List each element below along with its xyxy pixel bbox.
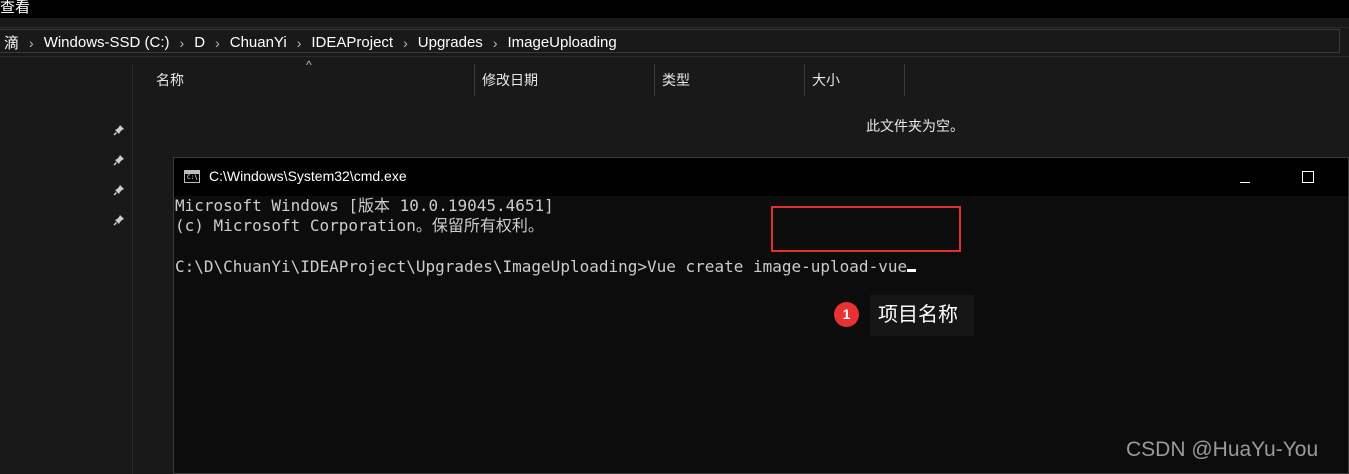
column-header-type[interactable]: 类型 xyxy=(654,64,804,96)
breadcrumb: 滴 › Windows-SSD (C:) › D › ChuanYi › IDE… xyxy=(0,32,621,53)
navigation-pane xyxy=(0,64,133,474)
cmd-titlebar[interactable]: C:\. C:\Windows\System32\cmd.exe xyxy=(174,158,1348,196)
column-header-name[interactable]: 名称 xyxy=(156,64,472,96)
breadcrumb-separator-icon[interactable]: › xyxy=(291,35,308,51)
minimize-button[interactable] xyxy=(1223,164,1267,190)
console-line-copyright: (c) Microsoft Corporation。保留所有权利。 xyxy=(175,216,544,235)
pin-icon[interactable] xyxy=(113,184,125,196)
breadcrumb-item-d[interactable]: D xyxy=(190,34,209,51)
pin-icon[interactable] xyxy=(113,124,125,136)
column-header-modified[interactable]: 修改日期 xyxy=(474,64,658,96)
breadcrumb-item-drive[interactable]: Windows-SSD (C:) xyxy=(40,34,174,51)
console-command-line: C:\D\ChuanYi\IDEAProject\Upgrades\ImageU… xyxy=(175,257,917,277)
empty-folder-message: 此文件夹为空。 xyxy=(866,118,964,134)
maximize-button[interactable] xyxy=(1285,164,1329,190)
menu-bar: 查看 xyxy=(0,0,1349,18)
pin-icon[interactable] xyxy=(113,154,125,166)
minimize-icon xyxy=(1240,182,1250,183)
address-bar[interactable]: 滴 › Windows-SSD (C:) › D › ChuanYi › IDE… xyxy=(0,27,1349,57)
step-label: 项目名称 xyxy=(870,295,974,336)
cmd-app-icon[interactable]: C:\. xyxy=(184,170,202,183)
breadcrumb-separator-icon[interactable]: › xyxy=(23,35,40,51)
text-cursor xyxy=(907,269,917,272)
console-prompt: C:\D\ChuanYi\IDEAProject\Upgrades\ImageU… xyxy=(175,257,753,276)
column-header-size[interactable]: 大小 xyxy=(804,64,905,96)
cmd-window[interactable]: C:\. C:\Windows\System32\cmd.exe Microso… xyxy=(173,157,1349,474)
cmd-window-title: C:\Windows\System32\cmd.exe xyxy=(209,168,407,184)
breadcrumb-separator-icon[interactable]: › xyxy=(487,35,504,51)
console-output[interactable]: Microsoft Windows [版本 10.0.19045.4651] (… xyxy=(175,196,1345,474)
watermark: CSDN @HuaYu-You xyxy=(1126,438,1319,461)
maximize-icon xyxy=(1302,171,1314,183)
breadcrumb-separator-icon[interactable]: › xyxy=(209,35,226,51)
breadcrumb-item-chuanyi[interactable]: ChuanYi xyxy=(226,34,291,51)
breadcrumb-separator-icon[interactable]: › xyxy=(397,35,414,51)
pin-icon[interactable] xyxy=(113,214,125,226)
cmd-icon-text: C:\. xyxy=(187,174,202,181)
highlight-box xyxy=(771,206,961,252)
console-typed-project: image-upload-vue xyxy=(752,257,908,276)
console-line-version: Microsoft Windows [版本 10.0.19045.4651] xyxy=(175,196,554,215)
step-badge: 1 xyxy=(834,302,859,327)
breadcrumb-item-upgrades[interactable]: Upgrades xyxy=(414,34,487,51)
menu-view[interactable]: 查看 xyxy=(0,0,30,17)
breadcrumb-separator-icon[interactable]: › xyxy=(174,35,191,51)
breadcrumb-item-ideaproject[interactable]: IDEAProject xyxy=(307,34,397,51)
breadcrumb-item-imageuploading[interactable]: ImageUploading xyxy=(503,34,620,51)
breadcrumb-item-partial[interactable]: 滴 xyxy=(0,32,23,53)
